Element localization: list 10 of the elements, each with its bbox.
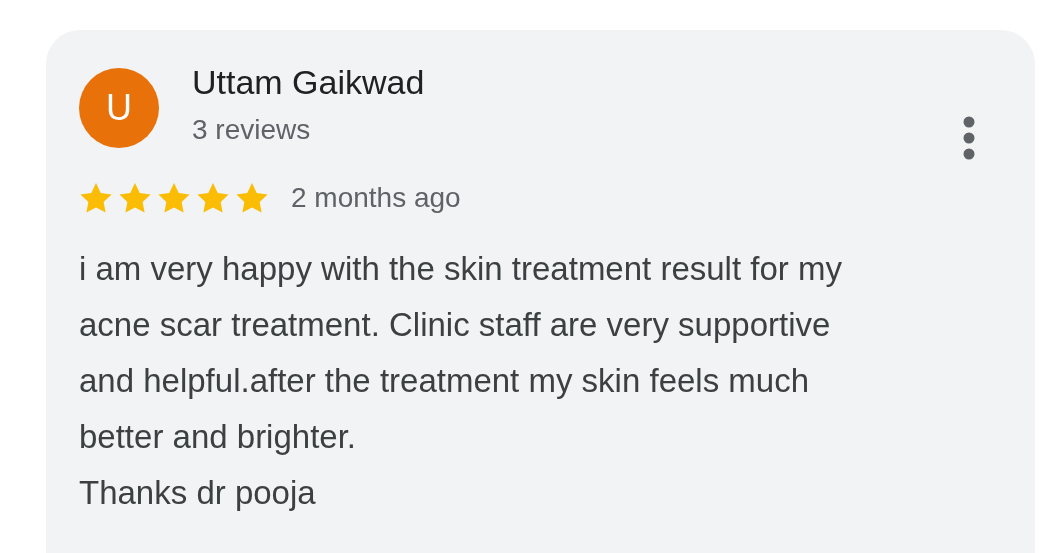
star-icon <box>79 182 113 214</box>
review-count: 3 reviews <box>192 114 312 146</box>
more-options-icon[interactable] <box>961 116 977 160</box>
star-icon <box>196 182 230 214</box>
star-icon <box>118 182 152 214</box>
star-icon <box>235 182 269 214</box>
review-time: 2 months ago <box>291 182 461 214</box>
author-name[interactable]: Uttam Gaikwad <box>192 64 961 100</box>
star-icon <box>157 182 191 214</box>
review-text: i am very happy with the skin treatment result for my acne scar treatment. Clinic staff are very supportive and helpful.after the treatment my skin feels much better and brighter. Thanks dr pooja <box>79 249 843 513</box>
